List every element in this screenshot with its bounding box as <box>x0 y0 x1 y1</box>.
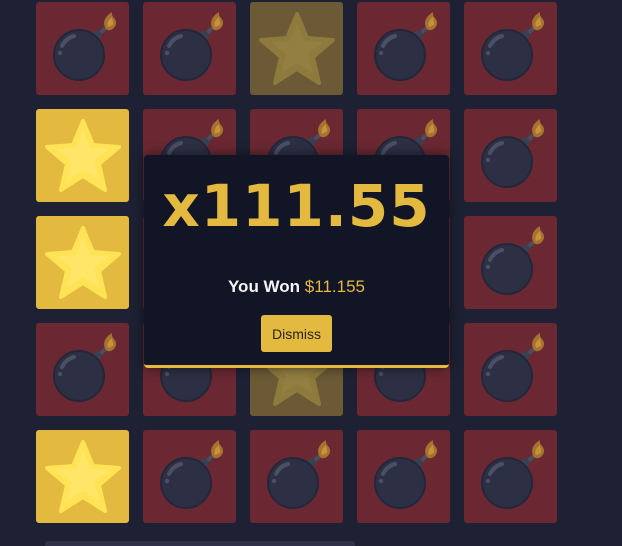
bomb-icon <box>471 116 551 196</box>
bomb-icon <box>364 437 444 517</box>
bomb-icon <box>471 437 551 517</box>
bomb-icon <box>364 9 444 89</box>
dismiss-button[interactable]: Dismiss <box>261 315 332 352</box>
bomb-icon <box>43 9 123 89</box>
tile-r5-c4[interactable] <box>357 430 450 523</box>
bomb-icon <box>471 330 551 410</box>
tile-r3-c5[interactable] <box>464 216 557 309</box>
tile-r3-c1[interactable] <box>36 216 129 309</box>
star-icon <box>43 116 123 196</box>
tile-r1-c2[interactable] <box>143 2 236 95</box>
tile-r1-c5[interactable] <box>464 2 557 95</box>
star-icon <box>43 223 123 303</box>
win-modal: x111.55 You Won $11.155 Dismiss <box>144 155 449 368</box>
bomb-icon <box>471 9 551 89</box>
win-label: You Won <box>227 277 301 296</box>
game-board-area: x111.55 You Won $11.155 Dismiss <box>0 0 622 546</box>
bomb-icon <box>150 9 230 89</box>
bottom-panel-edge <box>45 541 355 546</box>
tile-r4-c1[interactable] <box>36 323 129 416</box>
tile-r4-c5[interactable] <box>464 323 557 416</box>
bomb-icon <box>150 437 230 517</box>
tile-r5-c2[interactable] <box>143 430 236 523</box>
tile-r2-c1[interactable] <box>36 109 129 202</box>
tile-r5-c5[interactable] <box>464 430 557 523</box>
win-multiplier: x111.55 <box>162 172 431 240</box>
tile-r1-c3[interactable] <box>250 2 343 95</box>
win-amount: $11.155 <box>304 277 365 296</box>
bomb-icon <box>257 437 337 517</box>
tile-r2-c5[interactable] <box>464 109 557 202</box>
star-icon <box>43 437 123 517</box>
tile-r5-c3[interactable] <box>250 430 343 523</box>
win-summary: You Won $11.155 <box>144 277 449 297</box>
tile-r1-c4[interactable] <box>357 2 450 95</box>
star-icon <box>257 9 337 89</box>
bomb-icon <box>471 223 551 303</box>
tile-r5-c1[interactable] <box>36 430 129 523</box>
bomb-icon <box>43 330 123 410</box>
tile-r1-c1[interactable] <box>36 2 129 95</box>
